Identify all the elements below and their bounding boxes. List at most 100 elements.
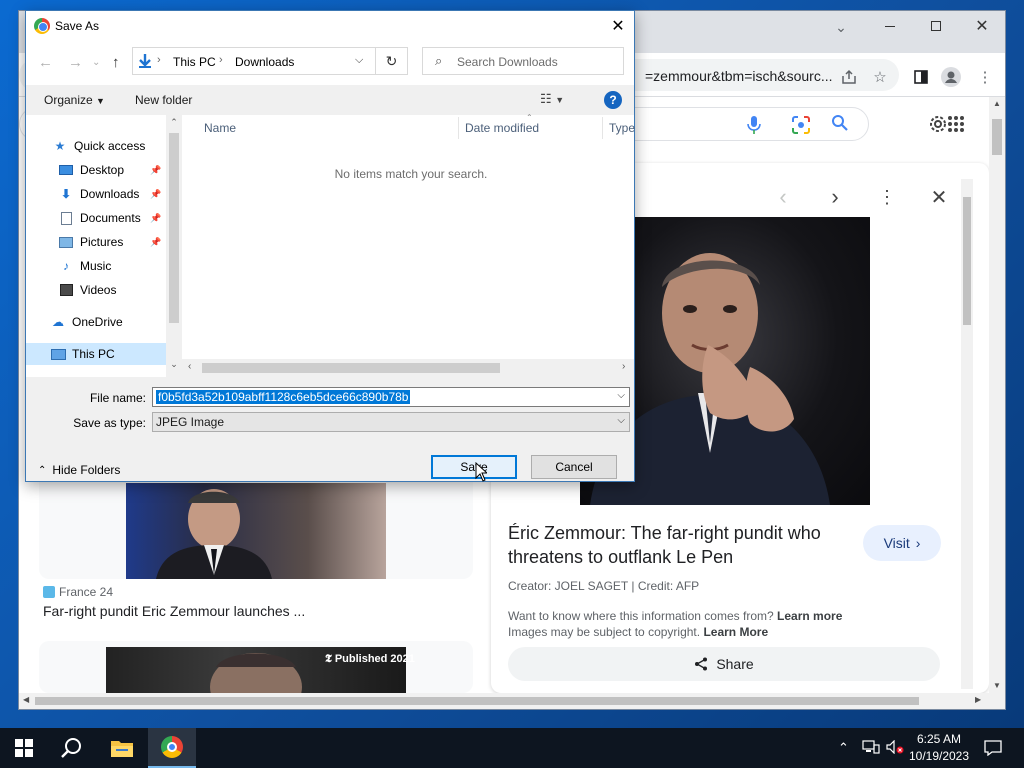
address-dropdown-icon[interactable]: ⌵ bbox=[355, 54, 363, 67]
star-icon: ★ bbox=[54, 139, 66, 153]
more-options-icon[interactable]: ⋮ bbox=[873, 183, 901, 211]
close-window-button[interactable]: ✕ bbox=[959, 11, 1005, 41]
dialog-close-button[interactable]: ✕ bbox=[604, 13, 632, 39]
column-divider bbox=[602, 117, 603, 139]
page-horizontal-scrollbar[interactable]: ◀ ▶ bbox=[19, 693, 1005, 709]
navigation-pane: ★ Quick access Desktop 📌 ⬇ Downloads 📌 Document… bbox=[26, 115, 182, 377]
nav-item-downloads[interactable]: ⬇ Downloads 📌 bbox=[26, 183, 166, 205]
pin-icon[interactable]: 📌 bbox=[150, 237, 161, 248]
documents-icon bbox=[58, 211, 74, 225]
profile-avatar-icon[interactable] bbox=[941, 67, 961, 87]
published-badge: 𝕿 Published 2021 bbox=[325, 653, 415, 665]
chrome-logo-icon bbox=[34, 18, 50, 34]
breadcrumb[interactable]: › This PC › Downloads ⌵ bbox=[132, 47, 376, 75]
page-vertical-scrollbar[interactable]: ▲ ▼ bbox=[989, 97, 1005, 693]
preview-scrollbar[interactable] bbox=[961, 179, 973, 689]
nav-item-music[interactable]: ♪ Music bbox=[26, 255, 166, 277]
nav-item-label: Pictures bbox=[80, 235, 124, 249]
copyright-learn-more-link[interactable]: Learn More bbox=[703, 625, 768, 639]
visit-button[interactable]: Visit › bbox=[863, 525, 941, 561]
navigation-scrollbar[interactable]: ⌃ ⌄ bbox=[166, 115, 182, 377]
nav-item-documents[interactable]: Documents 📌 bbox=[26, 207, 166, 229]
voice-search-icon[interactable] bbox=[747, 116, 761, 137]
new-folder-button[interactable]: New folder bbox=[135, 93, 192, 107]
nav-item-label: Music bbox=[80, 259, 112, 273]
nav-item-pictures[interactable]: Pictures 📌 bbox=[26, 231, 166, 253]
back-arrow-icon[interactable]: ← bbox=[38, 54, 53, 71]
refresh-button[interactable]: ↻ bbox=[376, 47, 408, 75]
dialog-titlebar: Save As ✕ bbox=[26, 11, 634, 41]
nav-item-desktop[interactable]: Desktop 📌 bbox=[26, 159, 166, 181]
recent-locations-icon[interactable]: ⌄ bbox=[92, 57, 100, 68]
bookmark-star-icon[interactable]: ☆ bbox=[870, 67, 890, 87]
next-arrow-icon[interactable]: › bbox=[821, 183, 849, 211]
empty-message: No items match your search. bbox=[334, 167, 488, 181]
chevron-down-icon[interactable]: ⌵ bbox=[617, 415, 625, 426]
maximize-button[interactable] bbox=[913, 11, 959, 41]
nav-item-onedrive[interactable]: ☁ OneDrive bbox=[26, 311, 166, 333]
save-fields: File name: f0b5fd3a52b109abff1128c6eb5dc… bbox=[26, 377, 634, 481]
notifications-icon[interactable] bbox=[984, 740, 1002, 759]
copyright-line: Images may be subject to copyright. Lear… bbox=[508, 625, 768, 639]
taskbar: ⌃ 6:25 AM 10/19/2023 bbox=[0, 728, 1024, 768]
nav-item-label: Videos bbox=[80, 283, 117, 297]
share-button[interactable]: Share bbox=[508, 647, 940, 681]
chrome-taskbar-button[interactable] bbox=[148, 728, 196, 768]
preview-title[interactable]: Éric Zemmour: The far-right pundit who t… bbox=[508, 521, 848, 569]
pin-icon[interactable]: 📌 bbox=[150, 189, 161, 200]
cancel-button[interactable]: Cancel bbox=[531, 455, 617, 479]
hide-folders-button[interactable]: ⌃ Hide Folders bbox=[38, 463, 120, 477]
organize-menu[interactable]: Organize ▼ bbox=[44, 93, 105, 107]
file-explorer-button[interactable] bbox=[98, 728, 146, 768]
settings-gear-icon[interactable] bbox=[927, 113, 949, 138]
pin-icon[interactable]: 📌 bbox=[150, 213, 161, 224]
result-thumbnail[interactable] bbox=[126, 483, 386, 579]
lens-search-icon[interactable] bbox=[791, 115, 811, 138]
windows-logo-icon bbox=[15, 739, 33, 757]
result-title[interactable]: Far-right pundit Eric Zemmour launches .… bbox=[43, 603, 305, 619]
info-prefix: Want to know where this information come… bbox=[508, 609, 774, 623]
file-list-hscrollbar[interactable]: ‹ › bbox=[182, 359, 634, 377]
breadcrumb-this-pc[interactable]: This PC bbox=[173, 55, 216, 69]
taskbar-search-button[interactable] bbox=[48, 728, 96, 768]
file-name-field[interactable]: f0b5fd3a52b109abff1128c6eb5dce66c890b78b… bbox=[152, 387, 630, 407]
menu-kebab-icon[interactable]: ⋮ bbox=[975, 67, 995, 87]
minimize-button[interactable] bbox=[867, 11, 913, 41]
apps-grid-icon[interactable] bbox=[947, 115, 965, 136]
search-submit-icon[interactable] bbox=[831, 114, 849, 137]
change-view-icon[interactable]: ☷ ▼ bbox=[540, 91, 564, 107]
up-arrow-icon[interactable]: ↑ bbox=[112, 54, 120, 71]
result-source: France 24 bbox=[59, 585, 114, 599]
breadcrumb-downloads[interactable]: Downloads bbox=[235, 55, 294, 69]
column-name[interactable]: Name bbox=[204, 115, 236, 139]
pin-icon[interactable]: 📌 bbox=[150, 165, 161, 176]
system-clock[interactable]: 6:25 AM 10/19/2023 bbox=[898, 731, 980, 765]
search-downloads[interactable]: ⌕ bbox=[422, 47, 624, 75]
nav-item-this-pc[interactable]: This PC bbox=[26, 343, 166, 365]
videos-icon bbox=[58, 283, 74, 297]
help-icon[interactable]: ? bbox=[604, 91, 622, 109]
close-preview-icon[interactable]: ✕ bbox=[925, 183, 953, 211]
previous-arrow-icon[interactable]: ‹ bbox=[769, 183, 797, 211]
tab-search-chevron-icon[interactable]: ⌄ bbox=[831, 19, 851, 36]
column-type[interactable]: Type bbox=[609, 115, 635, 139]
save-button[interactable]: Save bbox=[431, 455, 517, 479]
save-as-dialog: Save As ✕ ← → ⌄ ↑ › This PC › Downloads … bbox=[25, 10, 635, 482]
search-input[interactable] bbox=[457, 53, 617, 71]
save-type-select[interactable]: JPEG Image ⌵ bbox=[152, 412, 630, 432]
learn-more-link[interactable]: Learn more bbox=[777, 609, 842, 623]
share-page-icon[interactable] bbox=[839, 67, 859, 87]
desktop-icon bbox=[58, 163, 74, 177]
chevron-down-icon[interactable]: ⌵ bbox=[617, 390, 625, 401]
file-name-value[interactable]: f0b5fd3a52b109abff1128c6eb5dce66c890b78b bbox=[156, 390, 411, 404]
visit-label: Visit bbox=[883, 535, 910, 551]
share-label: Share bbox=[716, 656, 754, 672]
network-icon[interactable] bbox=[862, 740, 880, 757]
tray-overflow-chevron-icon[interactable]: ⌃ bbox=[838, 740, 849, 756]
start-button[interactable] bbox=[0, 728, 48, 768]
nav-item-quick-access[interactable]: ★ Quick access bbox=[26, 135, 166, 157]
forward-arrow-icon[interactable]: → bbox=[68, 54, 83, 71]
address-bar-text[interactable]: =zemmour&tbm=isch&sourc... bbox=[645, 68, 833, 84]
side-panel-icon[interactable] bbox=[911, 67, 931, 87]
nav-item-videos[interactable]: Videos bbox=[26, 279, 166, 301]
